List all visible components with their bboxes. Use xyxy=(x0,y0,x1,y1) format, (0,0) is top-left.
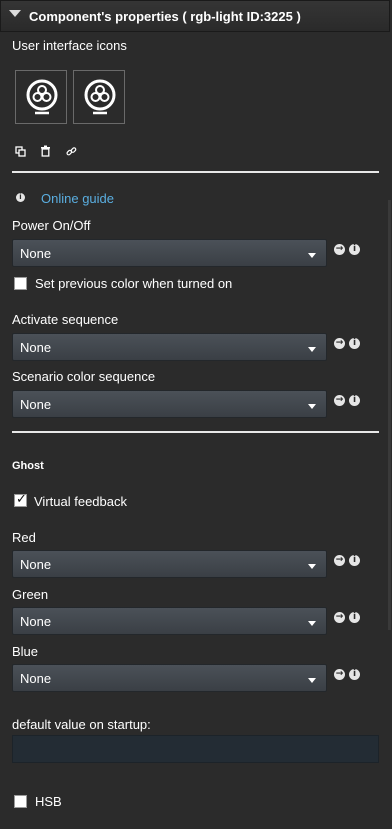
check-icon: ✓ xyxy=(16,492,27,507)
default-value-input[interactable] xyxy=(12,735,379,763)
activate-sequence-value: None xyxy=(20,340,52,355)
info-icon[interactable]: i xyxy=(349,395,360,406)
link-icon[interactable] xyxy=(66,146,77,157)
info-icon[interactable]: i xyxy=(16,193,25,202)
green-select-value: None xyxy=(20,614,52,629)
ghost-heading: Ghost xyxy=(12,460,44,472)
bulb-icon-on-slot[interactable] xyxy=(73,70,125,124)
chevron-down-icon xyxy=(308,621,316,626)
previous-color-checkbox[interactable] xyxy=(14,277,27,290)
go-arrow-icon[interactable]: → xyxy=(334,669,345,680)
properties-panel: Component's properties ( rgb-light ID:32… xyxy=(0,0,392,829)
virtual-feedback-checkbox[interactable]: ✓ xyxy=(14,492,27,507)
power-select[interactable]: None xyxy=(12,239,327,267)
go-arrow-icon[interactable]: → xyxy=(334,244,345,255)
green-label: Green xyxy=(12,587,49,602)
scrollbar[interactable] xyxy=(388,200,391,630)
go-arrow-icon[interactable]: → xyxy=(334,395,345,406)
section-divider xyxy=(12,171,379,173)
power-select-value: None xyxy=(20,246,52,261)
blue-select[interactable]: None xyxy=(12,664,327,692)
section-divider xyxy=(12,431,379,433)
go-arrow-icon[interactable]: → xyxy=(334,338,345,349)
previous-color-label: Set previous color when turned on xyxy=(35,276,233,291)
info-icon[interactable]: i xyxy=(349,244,360,255)
ui-icons-label: User interface icons xyxy=(12,38,127,53)
info-icon[interactable]: i xyxy=(349,555,360,566)
light-bulb-icon xyxy=(26,79,58,115)
power-label: Power On/Off xyxy=(12,218,91,233)
red-select[interactable]: None xyxy=(12,550,327,578)
info-icon[interactable]: i xyxy=(349,612,360,623)
go-arrow-icon[interactable]: → xyxy=(334,612,345,623)
chevron-down-icon xyxy=(308,404,316,409)
red-label: Red xyxy=(12,530,36,545)
green-select[interactable]: None xyxy=(12,607,327,635)
red-select-value: None xyxy=(20,557,52,572)
virtual-feedback-label: Virtual feedback xyxy=(34,494,127,509)
chevron-down-icon xyxy=(308,678,316,683)
blue-label: Blue xyxy=(12,644,39,659)
copy-icon[interactable] xyxy=(15,146,26,157)
bulb-icon-off-slot[interactable] xyxy=(15,70,67,124)
blue-select-value: None xyxy=(20,671,52,686)
panel-title: Component's properties ( rgb-light ID:32… xyxy=(29,9,301,24)
panel-header[interactable]: Component's properties ( rgb-light ID:32… xyxy=(0,0,390,32)
collapse-triangle-icon[interactable] xyxy=(9,10,21,17)
info-icon[interactable]: i xyxy=(349,669,360,680)
chevron-down-icon xyxy=(308,253,316,258)
chevron-down-icon xyxy=(308,347,316,352)
scenario-sequence-select[interactable]: None xyxy=(12,390,327,418)
hsb-checkbox[interactable] xyxy=(14,795,27,808)
scenario-sequence-value: None xyxy=(20,397,52,412)
light-bulb-icon xyxy=(84,79,116,115)
scenario-sequence-label: Scenario color sequence xyxy=(12,369,156,384)
chevron-down-icon xyxy=(308,564,316,569)
go-arrow-icon[interactable]: → xyxy=(334,555,345,566)
info-icon[interactable]: i xyxy=(349,338,360,349)
activate-sequence-label: Activate sequence xyxy=(12,312,119,327)
default-value-label: default value on startup: xyxy=(12,717,151,732)
activate-sequence-select[interactable]: None xyxy=(12,333,327,361)
delete-icon[interactable] xyxy=(40,145,51,157)
online-guide-link[interactable]: Online guide xyxy=(41,191,114,206)
hsb-label: HSB xyxy=(35,794,62,809)
